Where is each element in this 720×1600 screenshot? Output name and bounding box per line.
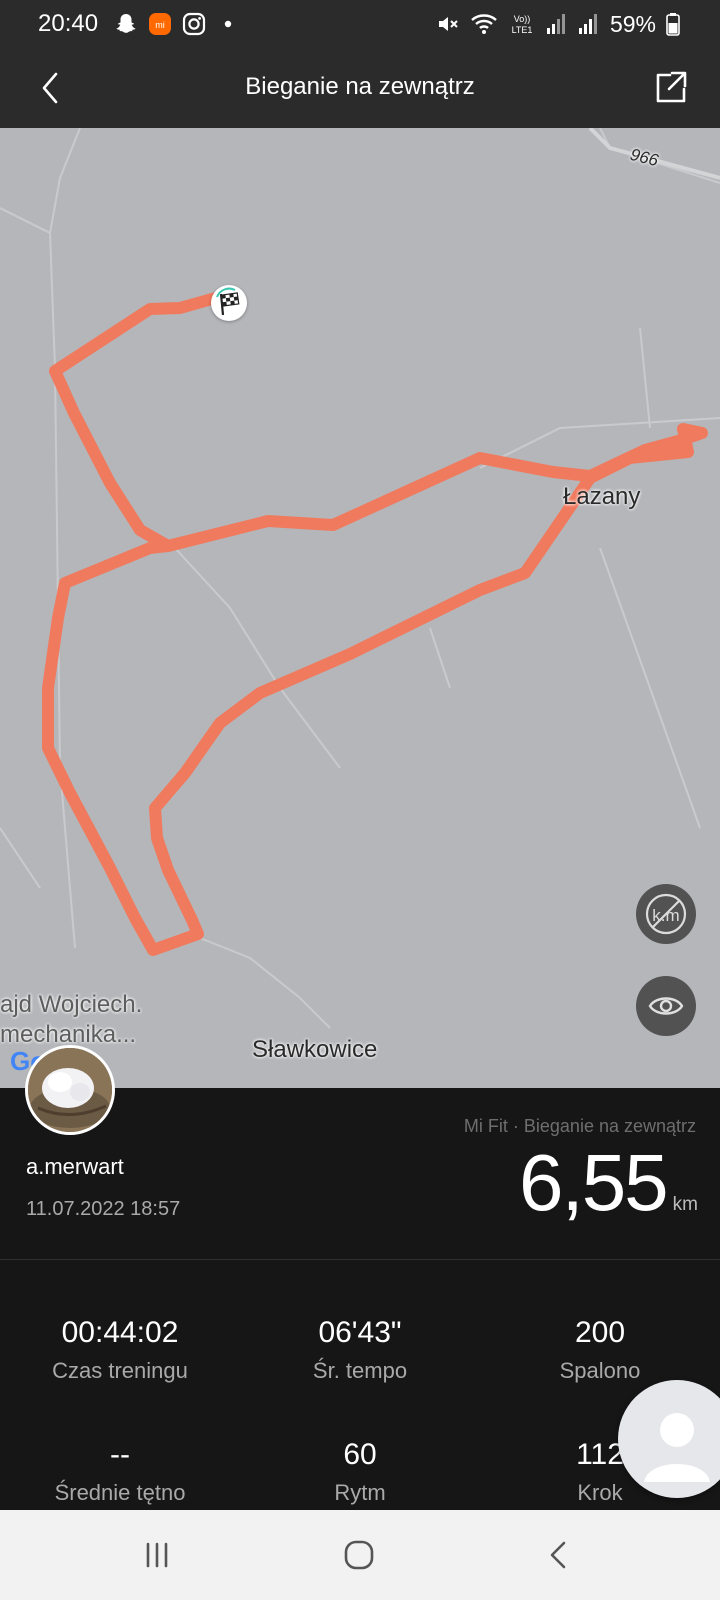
- snapchat-icon: [116, 14, 136, 33]
- route-path: [42, 289, 708, 956]
- stat-value: --: [110, 1438, 130, 1471]
- view-toggle[interactable]: [636, 976, 696, 1036]
- svg-text:mi: mi: [155, 20, 165, 30]
- status-bar: 20:40 mi Vo)) LTE1 59%: [0, 0, 720, 48]
- distance-unit: km: [672, 1194, 698, 1215]
- stat-value: 00:44:02: [61, 1316, 179, 1349]
- distance-display: 6,55 km: [519, 1140, 698, 1226]
- signal-icon: [546, 14, 565, 34]
- svg-text:Vo)): Vo)): [514, 14, 531, 24]
- stats-grid: 00:44:02 Czas treningu 06'43" Śr. tempo …: [0, 1260, 720, 1510]
- system-status-icons: Vo)) LTE1 59%: [436, 10, 680, 38]
- map-canvas: [0, 128, 720, 1029]
- recent-apps-icon: [146, 1542, 168, 1568]
- system-nav-bar: [0, 1510, 720, 1600]
- workout-source: Mi Fit · Bieganie na zewnątrz: [463, 1116, 696, 1136]
- stat-value: 06'43": [318, 1316, 402, 1349]
- avatar[interactable]: [25, 1045, 115, 1135]
- stat-label: Rytm: [334, 1480, 386, 1505]
- svg-text:LTE1: LTE1: [512, 25, 533, 35]
- stat-cadence: 60 Rytm: [240, 1438, 480, 1506]
- stat-value: 60: [343, 1438, 377, 1471]
- page-title: Bieganie na zewnątrz: [245, 73, 475, 100]
- stat-heart-rate: -- Średnie tętno: [0, 1438, 240, 1506]
- dot-icon: [224, 20, 232, 28]
- stat-label: Średnie tętno: [54, 1480, 186, 1505]
- username: a.merwart: [26, 1154, 124, 1179]
- mute-icon: [438, 17, 458, 31]
- battery-percent: 59%: [609, 10, 656, 37]
- km-markers-toggle[interactable]: k.m: [636, 884, 696, 944]
- stat-label: Czas treningu: [52, 1358, 188, 1383]
- km-hidden-icon: k.m: [645, 893, 687, 935]
- stat-label: Śr. tempo: [312, 1358, 408, 1383]
- share-button[interactable]: [650, 68, 690, 108]
- home-icon: [344, 1540, 374, 1570]
- notification-icons: mi: [114, 10, 240, 38]
- app-header: Bieganie na zewnątrz: [0, 48, 720, 128]
- stat-value: 200: [574, 1316, 626, 1349]
- instagram-icon: [182, 12, 206, 36]
- checkered-flag-icon: [216, 287, 240, 316]
- finish-marker[interactable]: [211, 285, 247, 321]
- eye-icon: [648, 997, 684, 1015]
- route-map[interactable]: 966 Łazany Sławkowice ajd Wojciech. mech…: [0, 128, 720, 1088]
- battery-icon: [666, 13, 680, 36]
- stat-calories: 200 Spalono: [480, 1316, 720, 1384]
- nav-back-button[interactable]: [534, 1532, 584, 1578]
- avatar-image: [28, 1048, 112, 1132]
- volte-icon: Vo))LTE1: [512, 14, 533, 35]
- workout-summary: a.merwart 11.07.2022 18:57 Mi Fit · Bieg…: [0, 1045, 720, 1260]
- signal-icon: [578, 14, 597, 34]
- share-icon: [656, 71, 687, 103]
- recent-apps-button[interactable]: [132, 1532, 182, 1578]
- workout-datetime: 11.07.2022 18:57: [26, 1198, 181, 1220]
- wifi-icon: [471, 14, 497, 34]
- home-button[interactable]: [334, 1532, 384, 1578]
- town-label-lazany: Łazany: [563, 483, 641, 510]
- town-label-slawkowice: Sławkowice: [252, 1036, 378, 1063]
- stat-pace: 06'43" Śr. tempo: [240, 1316, 480, 1384]
- back-icon: [550, 1541, 566, 1569]
- mi-icon: mi: [149, 13, 171, 35]
- status-time: 20:40: [38, 10, 99, 37]
- poi-label: ajd Wojciech. mechanika...: [0, 991, 143, 1048]
- distance-value: 6,55: [518, 1138, 669, 1227]
- map-roads: [0, 128, 720, 1029]
- stat-duration: 00:44:02 Czas treningu: [0, 1316, 240, 1384]
